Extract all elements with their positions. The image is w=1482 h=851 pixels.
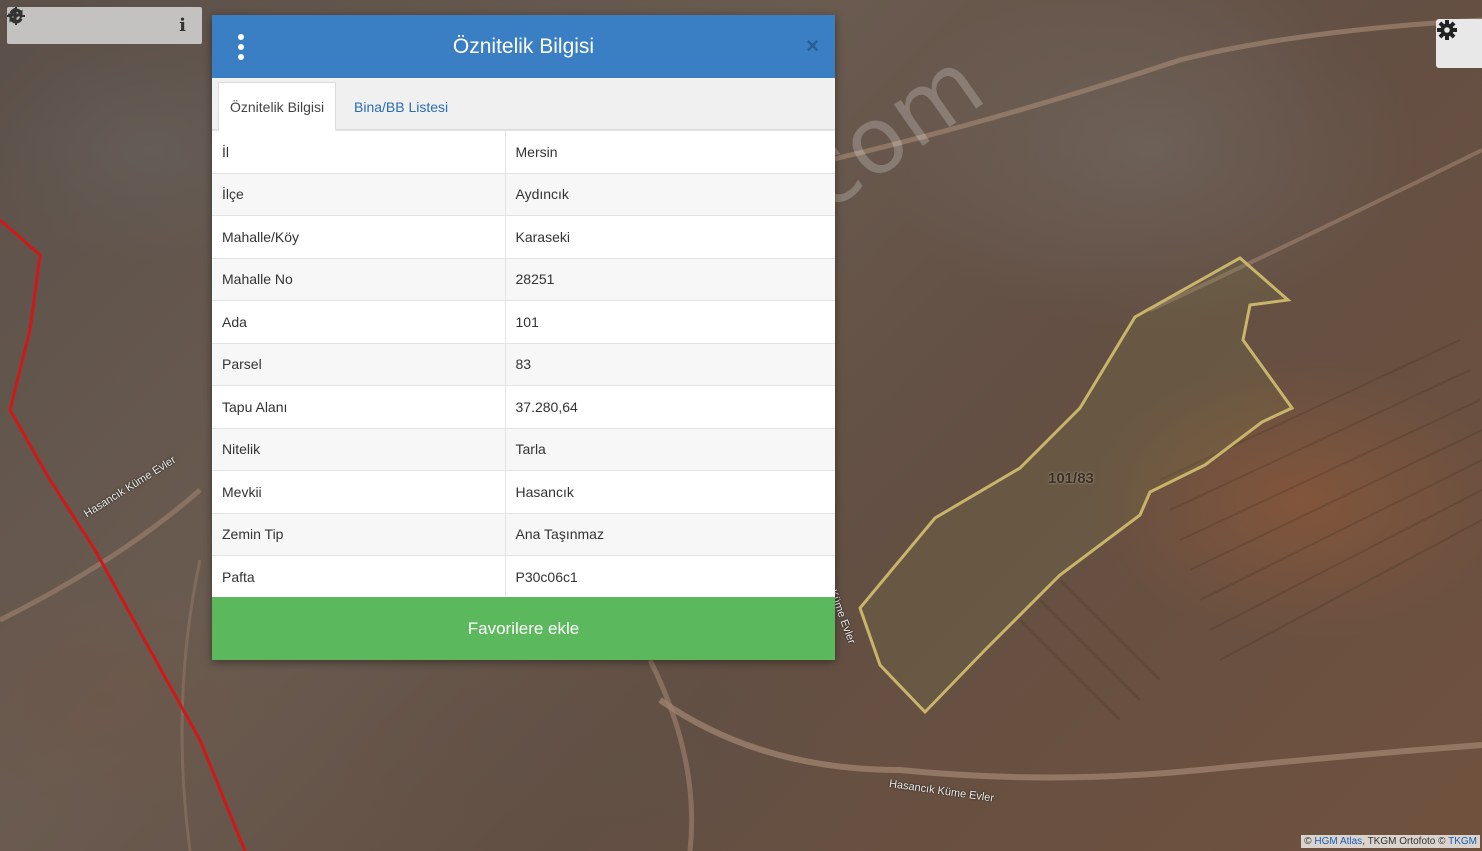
- refresh-button[interactable]: [9, 7, 124, 44]
- table-row: Ada 101: [212, 300, 835, 343]
- settings-button[interactable]: [1436, 19, 1482, 68]
- attribute-key: Ada: [212, 300, 506, 343]
- attribute-value: P30c06c1: [505, 555, 835, 598]
- dialog-header: Öznitelik Bilgisi ×: [212, 15, 835, 78]
- attribute-info-dialog: Öznitelik Bilgisi × Öznitelik Bilgisi Bi…: [212, 15, 835, 660]
- table-row: Pafta P30c06c1: [212, 555, 835, 598]
- parcel-label: 101/83: [1048, 470, 1094, 487]
- table-row: Nitelik Tarla: [212, 427, 835, 471]
- attribute-key: Nitelik: [212, 427, 506, 471]
- info-button[interactable]: i: [163, 7, 202, 44]
- attribute-value: Aydıncık: [505, 172, 835, 216]
- table-row: Mahalle/Köy Karaseki: [212, 215, 835, 258]
- road-south-branch: [647, 658, 695, 851]
- table-row: İlçe Aydıncık: [212, 172, 835, 216]
- attribute-value: 28251: [505, 257, 835, 301]
- tkgm-link[interactable]: TKGM: [1448, 836, 1477, 847]
- dialog-tabs: Öznitelik Bilgisi Bina/BB Listesi: [212, 78, 835, 131]
- hgm-atlas-link[interactable]: HGM Atlas: [1314, 836, 1362, 847]
- add-to-favorites-button[interactable]: Favorilere ekle: [212, 597, 835, 660]
- tab-building-list[interactable]: Bina/BB Listesi: [343, 82, 459, 131]
- attribute-value: Hasancık: [505, 470, 835, 513]
- table-row: Mahalle No 28251: [212, 257, 835, 301]
- attribute-table: İl Mersin İlçe Aydıncık Mahalle/Köy Karaseki M…: [212, 130, 835, 598]
- attribute-value: Mersin: [505, 130, 835, 173]
- attribute-value: 37.280,64: [505, 385, 835, 428]
- attribute-value: Ana Taşınmaz: [505, 512, 835, 556]
- attribute-key: Tapu Alanı: [212, 385, 506, 428]
- attribute-key: İlçe: [212, 172, 506, 216]
- table-row: İl Mersin: [212, 130, 835, 173]
- table-row: Parsel 83: [212, 342, 835, 386]
- tab-attribute-info[interactable]: Öznitelik Bilgisi: [218, 82, 337, 131]
- attribute-value: Tarla: [505, 427, 835, 471]
- attribute-value: 83: [505, 342, 835, 386]
- table-row: Mevkii Hasancık: [212, 470, 835, 513]
- map-toolbar: i: [7, 7, 202, 44]
- dialog-title: Öznitelik Bilgisi: [452, 34, 595, 58]
- attribute-key: Parsel: [212, 342, 506, 386]
- zoom-out-button[interactable]: [8, 7, 85, 44]
- attribute-key: Mevkii: [212, 470, 506, 513]
- attribute-key: Pafta: [212, 555, 506, 598]
- table-row: Tapu Alanı 37.280,64: [212, 385, 835, 428]
- gear-icon: [1437, 20, 1457, 40]
- kebab-menu-icon[interactable]: [234, 34, 248, 60]
- attribute-value: 101: [505, 300, 835, 343]
- table-row: Zemin Tip Ana Taşınmaz: [212, 512, 835, 556]
- attribute-value: Karaseki: [505, 215, 835, 258]
- map-attribution: © HGM Atlas, TKGM Ortofoto © TKGM: [1301, 835, 1480, 848]
- road-north: [829, 17, 1482, 163]
- attribute-key: Zemin Tip: [212, 512, 506, 556]
- district-boundary-line: [0, 218, 247, 851]
- close-icon[interactable]: ×: [806, 35, 819, 57]
- attribute-key: İl: [212, 130, 506, 173]
- road-south: [658, 697, 1482, 781]
- info-icon: i: [179, 15, 186, 36]
- attribute-key: Mahalle No: [212, 257, 506, 301]
- attribute-key: Mahalle/Köy: [212, 215, 506, 258]
- locate-button[interactable]: [7, 7, 163, 44]
- locate-icon: [7, 7, 25, 25]
